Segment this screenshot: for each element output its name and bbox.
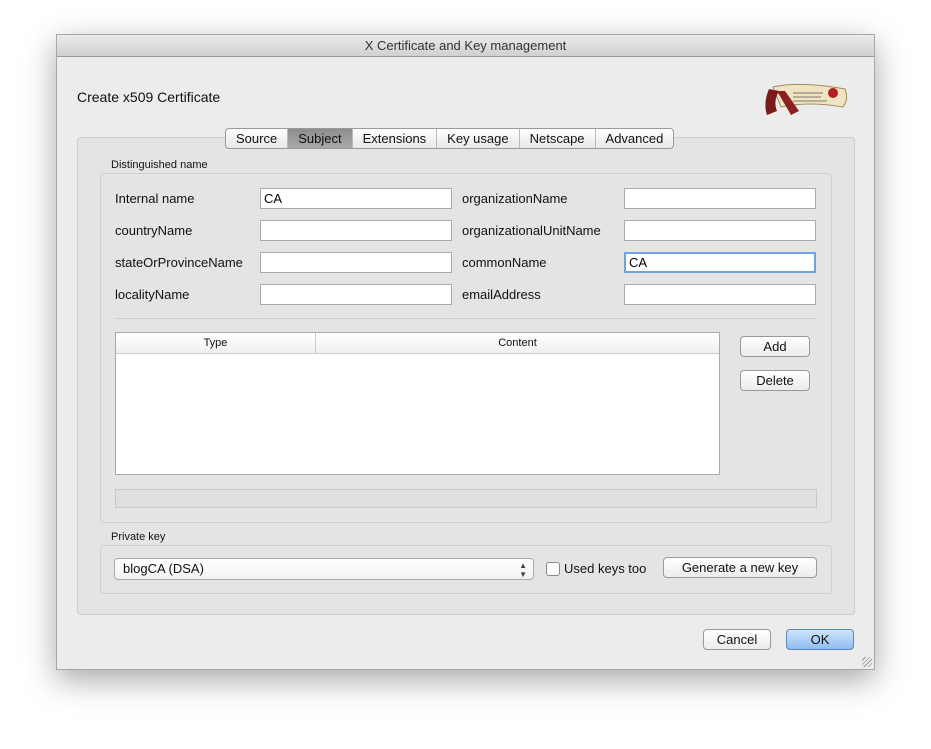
page-title: Create x509 Certificate bbox=[77, 89, 221, 105]
cancel-button[interactable]: Cancel bbox=[703, 629, 771, 650]
common-name-input[interactable] bbox=[624, 252, 816, 273]
private-key-label: Private key bbox=[111, 531, 166, 543]
used-keys-checkbox[interactable] bbox=[546, 562, 560, 576]
organization-name-input[interactable] bbox=[624, 188, 816, 209]
generate-key-button[interactable]: Generate a new key bbox=[663, 557, 817, 578]
tab-netscape[interactable]: Netscape bbox=[520, 129, 596, 148]
tab-key-usage[interactable]: Key usage bbox=[437, 129, 520, 148]
ok-button[interactable]: OK bbox=[786, 629, 854, 650]
dialog-window: X Certificate and Key management Create … bbox=[56, 34, 875, 670]
tab-advanced[interactable]: Advanced bbox=[596, 129, 674, 148]
org-unit-input[interactable] bbox=[624, 220, 816, 241]
internal-name-input[interactable] bbox=[260, 188, 452, 209]
tab-subject[interactable]: Subject bbox=[288, 129, 353, 148]
email-label: emailAddress bbox=[462, 287, 541, 302]
tab-bar: Source Subject Extensions Key usage Nets… bbox=[225, 128, 675, 149]
column-header-type[interactable]: Type bbox=[116, 333, 316, 353]
add-button[interactable]: Add bbox=[740, 336, 810, 357]
locality-label: localityName bbox=[115, 287, 190, 302]
delete-button[interactable]: Delete bbox=[740, 370, 810, 391]
subject-table[interactable]: Type Content bbox=[115, 332, 720, 475]
tab-extensions[interactable]: Extensions bbox=[353, 129, 438, 148]
private-key-select[interactable]: blogCA (DSA) ▲ ▼ bbox=[114, 558, 534, 580]
window-title: X Certificate and Key management bbox=[57, 35, 874, 57]
org-unit-label: organizationalUnitName bbox=[462, 223, 601, 238]
column-header-content[interactable]: Content bbox=[316, 333, 719, 353]
state-label: stateOrProvinceName bbox=[115, 255, 243, 270]
resize-grip-icon[interactable] bbox=[862, 657, 872, 667]
common-name-label: commonName bbox=[462, 255, 547, 270]
country-name-label: countryName bbox=[115, 223, 193, 238]
country-name-input[interactable] bbox=[260, 220, 452, 241]
divider bbox=[115, 318, 817, 319]
distinguished-name-label: Distinguished name bbox=[111, 159, 208, 171]
organization-name-label: organizationName bbox=[462, 191, 568, 206]
state-input[interactable] bbox=[260, 252, 452, 273]
used-keys-label[interactable]: Used keys too bbox=[564, 561, 646, 576]
tab-source[interactable]: Source bbox=[226, 129, 289, 148]
xca-logo bbox=[765, 83, 848, 115]
private-key-value: blogCA (DSA) bbox=[123, 561, 204, 576]
status-bar bbox=[115, 489, 817, 508]
internal-name-label: Internal name bbox=[115, 191, 195, 206]
locality-input[interactable] bbox=[260, 284, 452, 305]
updown-arrows-icon: ▲ ▼ bbox=[519, 561, 527, 579]
email-input[interactable] bbox=[624, 284, 816, 305]
